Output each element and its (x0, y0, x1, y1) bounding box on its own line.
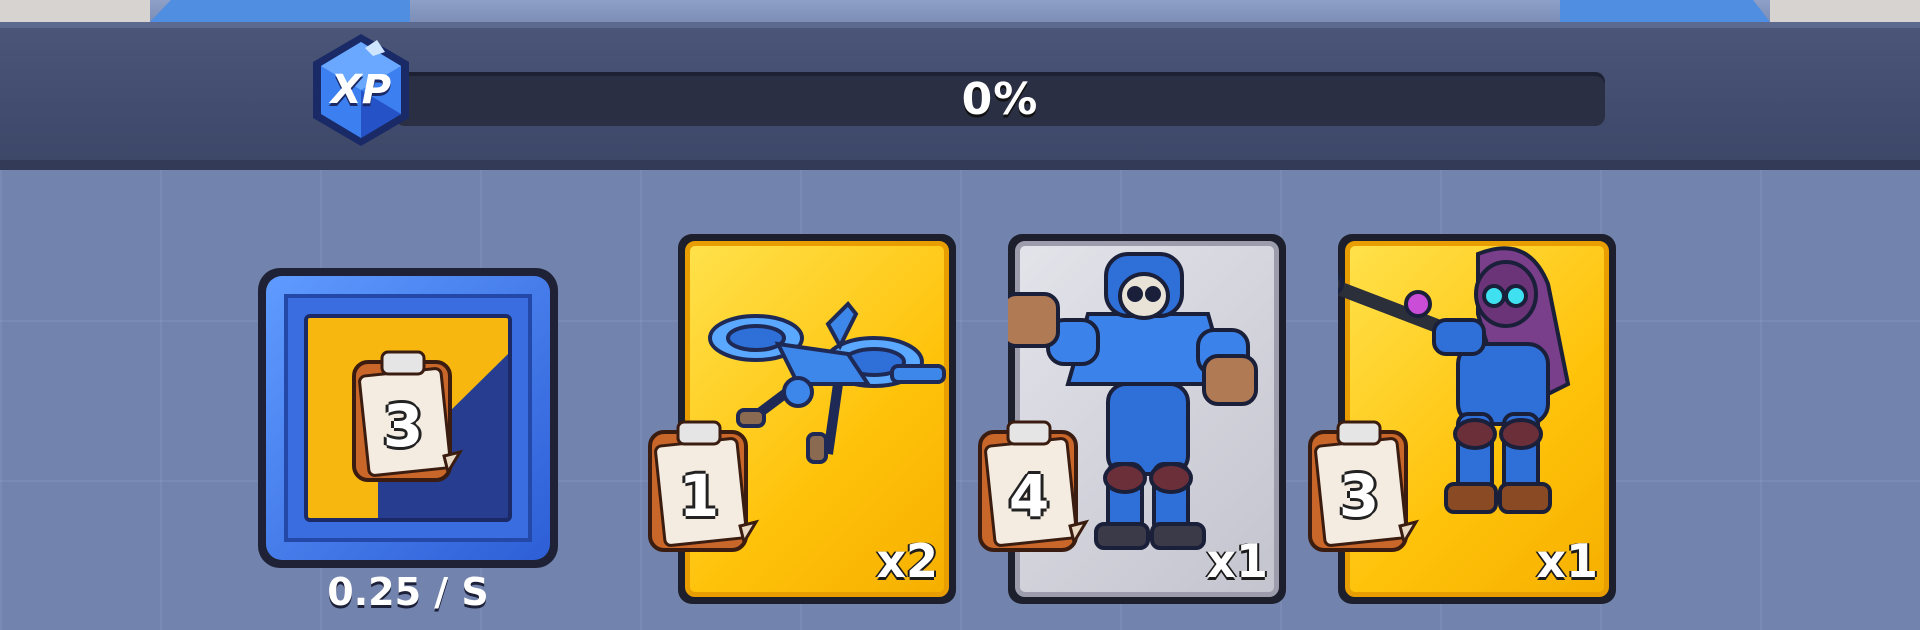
xp-progress-bar: 0% (395, 72, 1605, 126)
card-quantity: x1 (1206, 534, 1268, 588)
card-quantity: x1 (1536, 534, 1598, 588)
xp-badge-icon: XP (305, 30, 417, 150)
xp-panel: 0% (0, 22, 1920, 170)
cost-generator[interactable]: 3 (258, 268, 558, 568)
generator-cost: 3 (382, 392, 424, 460)
card-quantity: x2 (876, 534, 938, 588)
generation-rate: 0.25 / S (327, 570, 489, 614)
card-cost: 4 (1008, 462, 1050, 530)
xp-progress-text: 0% (961, 73, 1039, 125)
unit-card-drone[interactable]: 1 x2 (648, 234, 956, 604)
top-strip (0, 0, 1920, 22)
xp-badge-label: XP (330, 67, 392, 113)
card-cost: 3 (1338, 462, 1380, 530)
unit-card-robot[interactable]: 4 x1 (978, 234, 1286, 604)
clipboard-icon: 3 (348, 348, 466, 488)
card-cost: 1 (678, 462, 720, 530)
unit-card-sniper[interactable]: 3 x1 (1308, 234, 1616, 604)
